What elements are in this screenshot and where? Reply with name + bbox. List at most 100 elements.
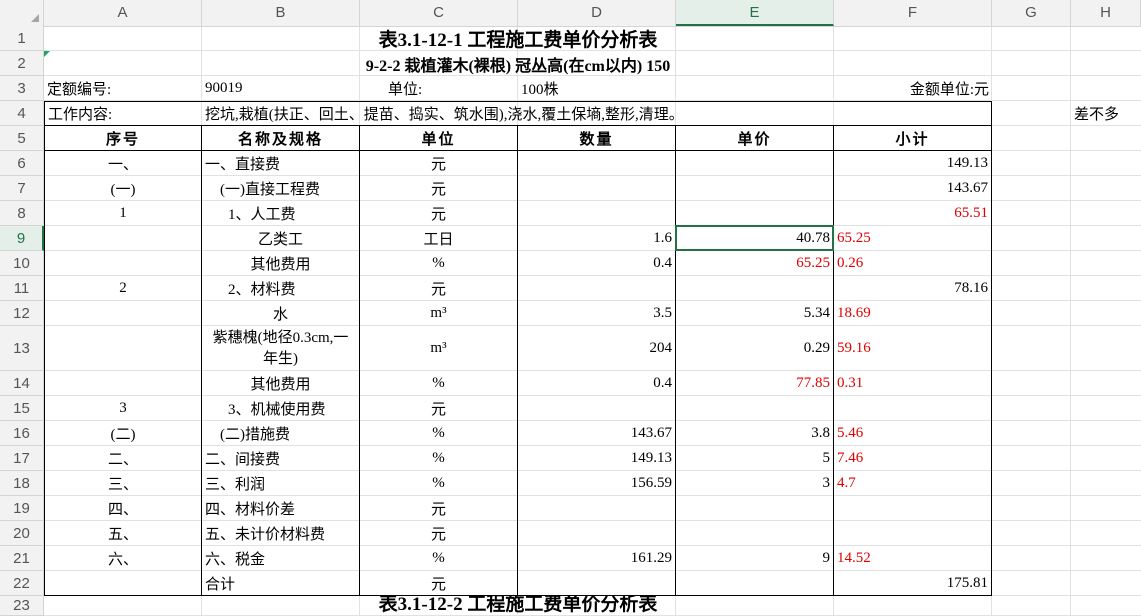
table-row-unit[interactable]: % bbox=[360, 251, 518, 276]
table-subtitle[interactable]: 9-2-2 栽植灌木(裸根) 冠丛高(在cm以内) 150 bbox=[44, 51, 992, 76]
table-row-subtotal[interactable]: 5.46 bbox=[834, 421, 992, 446]
table-row-subtotal[interactable]: 59.16 bbox=[834, 326, 992, 371]
table-row-qty[interactable]: 149.13 bbox=[518, 446, 676, 471]
table-row-subtotal[interactable]: 14.52 bbox=[834, 546, 992, 571]
table-row-qty[interactable]: 161.29 bbox=[518, 546, 676, 571]
table-row-unit[interactable]: % bbox=[360, 446, 518, 471]
table-row-price[interactable] bbox=[676, 201, 834, 226]
table-row-qty[interactable] bbox=[518, 276, 676, 301]
header-name[interactable]: 名称及规格 bbox=[202, 126, 360, 151]
table-row-name[interactable]: 紫穗槐(地径0.3cm,一年生) bbox=[202, 326, 360, 371]
row-header-16[interactable]: 16 bbox=[0, 421, 44, 446]
table-row-unit[interactable]: 元 bbox=[360, 276, 518, 301]
row-header-21[interactable]: 21 bbox=[0, 546, 44, 571]
table-row-subtotal[interactable]: 149.13 bbox=[834, 151, 992, 176]
table-row-unit[interactable]: % bbox=[360, 421, 518, 446]
table-row-qty[interactable]: 1.6 bbox=[518, 226, 676, 251]
table-row-qty[interactable]: 156.59 bbox=[518, 471, 676, 496]
table-row-subtotal[interactable]: 4.7 bbox=[834, 471, 992, 496]
table-row-price[interactable]: 77.85 bbox=[676, 371, 834, 396]
table-row-no[interactable]: (二) bbox=[44, 421, 202, 446]
table-row-qty[interactable] bbox=[518, 176, 676, 201]
table-row-unit[interactable]: 元 bbox=[360, 521, 518, 546]
table-row-qty[interactable] bbox=[518, 571, 676, 596]
table-row-name[interactable]: (二)措施费 bbox=[202, 421, 360, 446]
row-header-8[interactable]: 8 bbox=[0, 201, 44, 226]
table-row-name[interactable]: 二、间接费 bbox=[202, 446, 360, 471]
table-row-unit[interactable]: 工日 bbox=[360, 226, 518, 251]
header-subtotal[interactable]: 小计 bbox=[834, 126, 992, 151]
table-row-price[interactable]: 65.25 bbox=[676, 251, 834, 276]
table-row-name[interactable]: 五、未计价材料费 bbox=[202, 521, 360, 546]
table-row-subtotal[interactable]: 18.69 bbox=[834, 301, 992, 326]
table-row-no[interactable] bbox=[44, 301, 202, 326]
table-row-unit[interactable]: 元 bbox=[360, 396, 518, 421]
row-header-14[interactable]: 14 bbox=[0, 371, 44, 396]
row-header-1[interactable]: 1 bbox=[0, 26, 44, 51]
table-row-no[interactable]: 三、 bbox=[44, 471, 202, 496]
row-header-5[interactable]: 5 bbox=[0, 126, 44, 151]
spreadsheet-grid[interactable]: A B C D E F G H 1 2 3 4 5 6 7 8 9 10 11 12 13 14 15 16 17 18 19 20 2… bbox=[0, 0, 1141, 616]
table-row-unit[interactable]: % bbox=[360, 471, 518, 496]
table-row-qty[interactable]: 143.67 bbox=[518, 421, 676, 446]
header-qty[interactable]: 数量 bbox=[518, 126, 676, 151]
row-header-3[interactable]: 3 bbox=[0, 76, 44, 101]
table-row-unit[interactable]: m³ bbox=[360, 326, 518, 371]
row-header-6[interactable]: 6 bbox=[0, 151, 44, 176]
column-header-b[interactable]: B bbox=[202, 0, 360, 26]
table-row-name[interactable]: 三、利润 bbox=[202, 471, 360, 496]
table-row-unit[interactable]: % bbox=[360, 546, 518, 571]
table-row-price[interactable] bbox=[676, 151, 834, 176]
table-row-qty[interactable] bbox=[518, 521, 676, 546]
table-row-unit[interactable]: 元 bbox=[360, 201, 518, 226]
next-table-title[interactable]: 表3.1-12-2 工程施工费单价分析表 bbox=[44, 596, 992, 616]
column-header-h[interactable]: H bbox=[1071, 0, 1141, 26]
table-row-price[interactable]: 0.29 bbox=[676, 326, 834, 371]
table-row-subtotal[interactable]: 7.46 bbox=[834, 446, 992, 471]
table-row-name[interactable]: 1、人工费 bbox=[202, 201, 360, 226]
table-row-unit[interactable]: m³ bbox=[360, 301, 518, 326]
table-row-no[interactable]: 3 bbox=[44, 396, 202, 421]
table-row-no[interactable]: 二、 bbox=[44, 446, 202, 471]
table-row-name[interactable]: 3、机械使用费 bbox=[202, 396, 360, 421]
column-header-f[interactable]: F bbox=[834, 0, 992, 26]
row-header-12[interactable]: 12 bbox=[0, 301, 44, 326]
quota-number-cell[interactable]: 90019 bbox=[202, 76, 360, 101]
row-header-18[interactable]: 18 bbox=[0, 471, 44, 496]
table-row-name[interactable]: (一)直接工程费 bbox=[202, 176, 360, 201]
row-header-2[interactable]: 2 bbox=[0, 51, 44, 76]
unit-label-cell[interactable]: 单位: bbox=[360, 76, 518, 101]
table-row-qty[interactable]: 204 bbox=[518, 326, 676, 371]
table-row-unit[interactable]: 元 bbox=[360, 571, 518, 596]
column-header-d[interactable]: D bbox=[518, 0, 676, 26]
table-row-unit[interactable]: 元 bbox=[360, 176, 518, 201]
note-cell[interactable]: 差不多 bbox=[1071, 101, 1141, 126]
table-row-no[interactable]: 六、 bbox=[44, 546, 202, 571]
table-row-price[interactable]: 5 bbox=[676, 446, 834, 471]
table-row-price[interactable]: 3.8 bbox=[676, 421, 834, 446]
table-row-unit[interactable]: 元 bbox=[360, 496, 518, 521]
table-row-qty[interactable] bbox=[518, 151, 676, 176]
table-row-unit[interactable]: 元 bbox=[360, 151, 518, 176]
table-row-subtotal[interactable]: 175.81 bbox=[834, 571, 992, 596]
column-header-e[interactable]: E bbox=[676, 0, 834, 26]
table-row-qty[interactable] bbox=[518, 201, 676, 226]
row-header-17[interactable]: 17 bbox=[0, 446, 44, 471]
row-header-9[interactable]: 9 bbox=[0, 226, 44, 251]
work-content-text[interactable]: 挖坑,栽植(扶正、回土、提苗、捣实、筑水围),浇水,覆土保墒,整形,清理。 bbox=[202, 101, 992, 126]
table-row-name[interactable]: 一、直接费 bbox=[202, 151, 360, 176]
header-no[interactable]: 序号 bbox=[44, 126, 202, 151]
table-row-subtotal[interactable]: 78.16 bbox=[834, 276, 992, 301]
row-header-15[interactable]: 15 bbox=[0, 396, 44, 421]
table-row-no[interactable]: 四、 bbox=[44, 496, 202, 521]
table-row-name[interactable]: 六、税金 bbox=[202, 546, 360, 571]
table-row-price[interactable] bbox=[676, 276, 834, 301]
table-row-name[interactable]: 合计 bbox=[202, 571, 360, 596]
table-row-no[interactable] bbox=[44, 251, 202, 276]
table-row-no[interactable] bbox=[44, 226, 202, 251]
column-header-a[interactable]: A bbox=[44, 0, 202, 26]
row-header-4[interactable]: 4 bbox=[0, 101, 44, 126]
row-header-20[interactable]: 20 bbox=[0, 521, 44, 546]
table-row-price[interactable]: 9 bbox=[676, 546, 834, 571]
table-row-qty[interactable] bbox=[518, 396, 676, 421]
